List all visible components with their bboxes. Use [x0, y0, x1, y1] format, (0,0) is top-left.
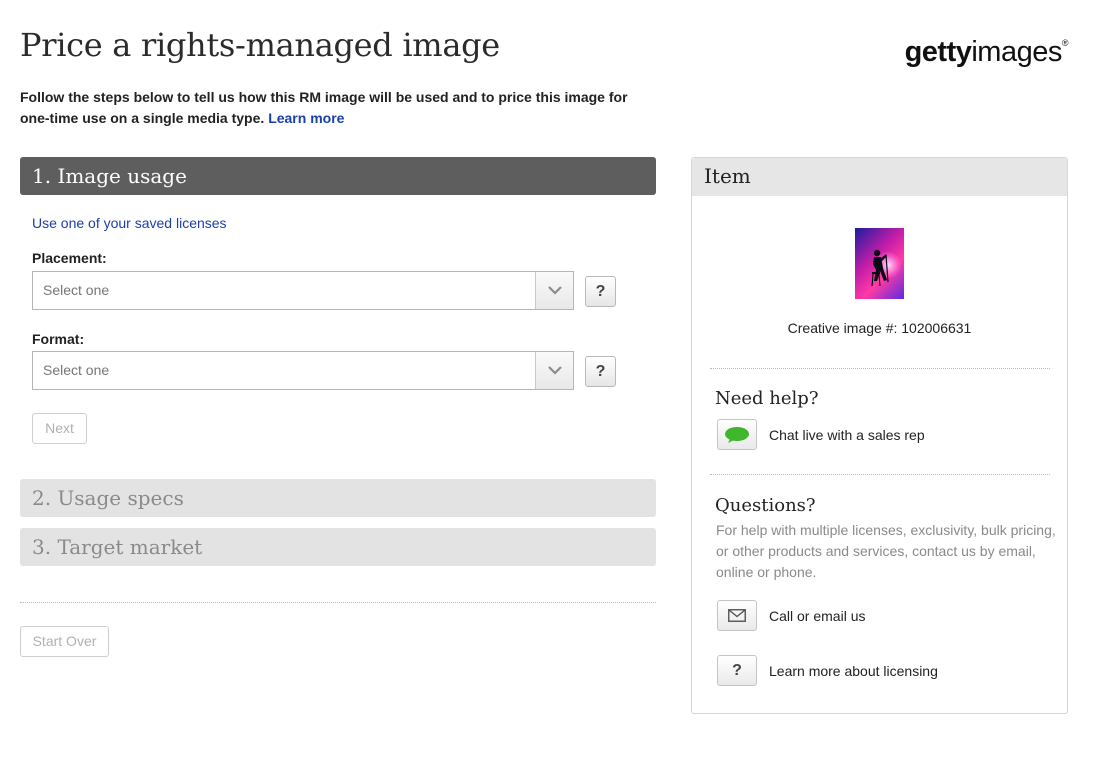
placement-select[interactable]: Select one [32, 271, 574, 310]
format-value: Select one [43, 362, 110, 378]
getty-images-logo[interactable]: gettyimages® [905, 36, 1069, 69]
questions-heading: Questions? [715, 495, 816, 516]
questions-text: For help with multiple licenses, exclusi… [716, 522, 1056, 580]
image-thumbnail[interactable] [855, 228, 904, 299]
intro-text: Follow the steps below to tell us how th… [20, 89, 628, 126]
page-title: Price a rights-managed image [20, 26, 500, 64]
learn-more-link[interactable]: Learn more [268, 110, 344, 126]
call-email-label[interactable]: Call or email us [769, 608, 865, 624]
placement-value: Select one [43, 282, 110, 298]
chat-label[interactable]: Chat live with a sales rep [769, 427, 925, 443]
start-over-button[interactable]: Start Over [20, 626, 109, 657]
step-image-usage[interactable]: 1. Image usage [20, 157, 656, 195]
step-usage-specs[interactable]: 2. Usage specs [20, 479, 656, 517]
need-help-heading: Need help? [715, 388, 819, 409]
image-caption: Creative image #: 102006631 [787, 320, 972, 336]
licensing-help-button[interactable]: ? [717, 655, 757, 686]
placement-help-button[interactable]: ? [585, 276, 616, 307]
step-target-market[interactable]: 3. Target market [20, 528, 656, 566]
placement-label: Placement: [32, 250, 107, 266]
divider [20, 602, 656, 603]
licensing-label[interactable]: Learn more about licensing [769, 663, 938, 679]
format-select[interactable]: Select one [32, 351, 574, 390]
next-button[interactable]: Next [32, 413, 87, 444]
envelope-icon [728, 609, 746, 622]
format-help-button[interactable]: ? [585, 356, 616, 387]
call-email-button[interactable] [717, 600, 757, 631]
chat-button[interactable] [717, 419, 757, 450]
item-panel: Item Creative image #: 102006631 Need he… [691, 157, 1068, 714]
divider [710, 474, 1050, 475]
chat-bubble-icon [725, 426, 749, 443]
format-label: Format: [32, 331, 85, 347]
chevron-down-icon[interactable] [535, 352, 573, 389]
divider [710, 368, 1050, 369]
singer-silhouette [871, 249, 889, 287]
chevron-down-icon[interactable] [535, 272, 573, 309]
item-panel-title: Item [692, 158, 1067, 196]
question-mark-icon: ? [732, 661, 742, 679]
saved-licenses-link[interactable]: Use one of your saved licenses [32, 215, 227, 231]
